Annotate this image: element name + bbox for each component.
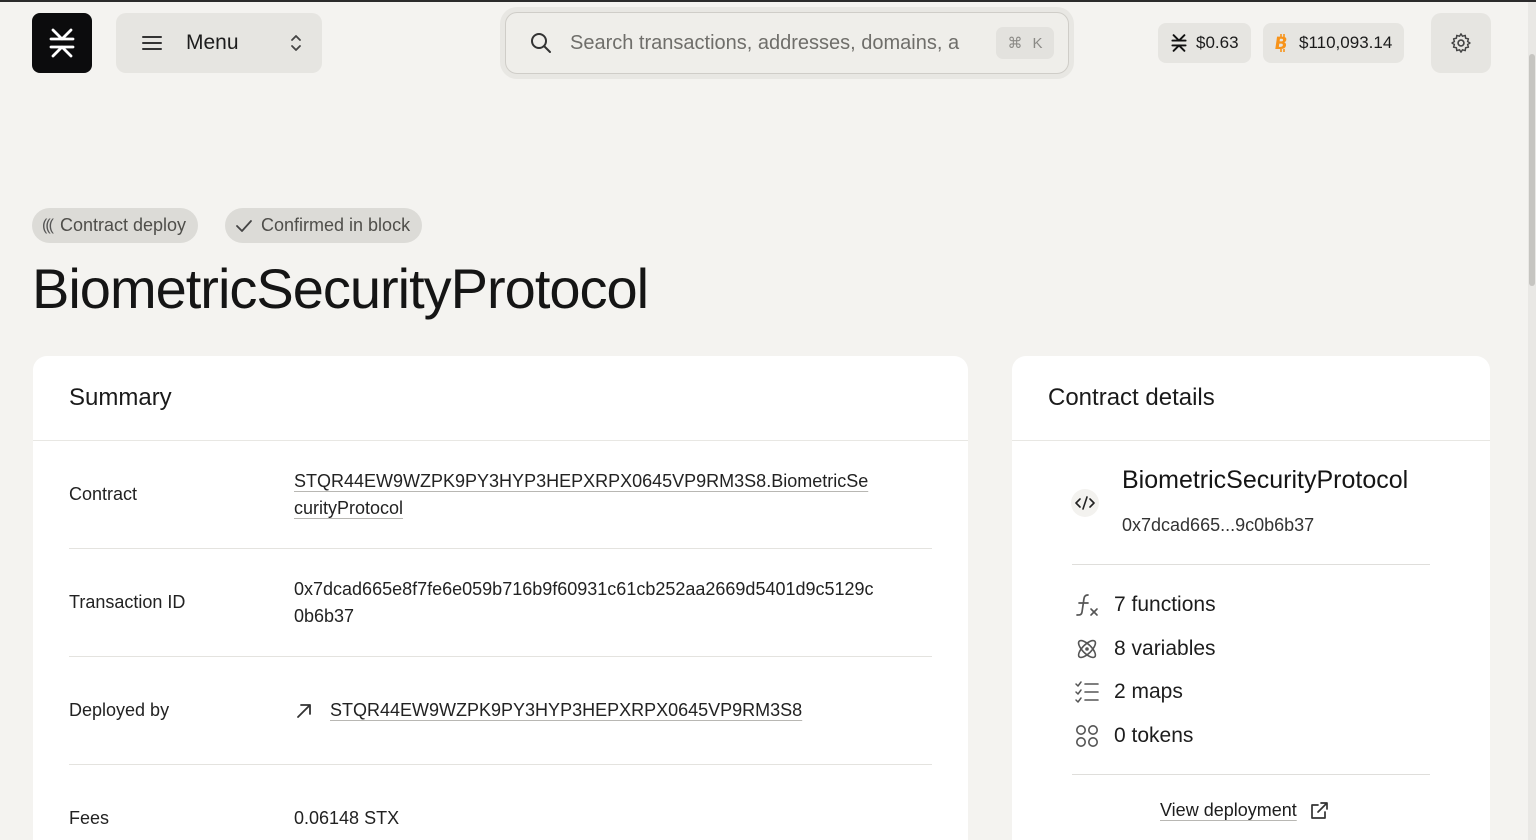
code-icon [1071, 489, 1099, 517]
k-key-glyph: K [1032, 34, 1043, 52]
stacks-logo-icon [49, 28, 75, 58]
page-scrollbar[interactable] [1528, 2, 1536, 840]
search-input[interactable]: Search transactions, addresses, domains,… [570, 32, 996, 55]
command-key-glyph: ⌘ [1007, 35, 1023, 52]
search-shortcut-hint: ⌘ K [996, 27, 1054, 59]
deployer-value: STQR44EW9WZPK9PY3HYP3HEPXRPX0645VP9RM3S8 [294, 697, 874, 724]
settings-button[interactable] [1431, 13, 1491, 73]
gear-icon [1451, 33, 1471, 53]
functions-count: 7 functions [1114, 593, 1216, 616]
tokens-count: 0 tokens [1114, 724, 1194, 747]
btc-price-chip[interactable]: B $110,093.14 [1263, 23, 1405, 63]
maps-count: 2 maps [1114, 680, 1183, 703]
stx-price-chip[interactable]: $0.63 [1158, 23, 1251, 63]
status-label: Confirmed in block [261, 215, 411, 235]
menu-label: Menu [186, 31, 239, 54]
search-bar[interactable]: Search transactions, addresses, domains,… [505, 12, 1069, 74]
chevron-updown-icon [291, 35, 301, 51]
row-label: Contract [69, 484, 138, 504]
tokens-stat: 0 tokens [1072, 721, 1193, 751]
hamburger-icon [142, 36, 162, 50]
summary-card: Summary Contract STQR44EW9WZPK9PY3HYP3HE… [33, 356, 968, 840]
status-badge: Confirmed in block [225, 208, 423, 243]
stx-price: $0.63 [1196, 33, 1239, 52]
deployer-address-link[interactable]: STQR44EW9WZPK9PY3HYP3HEPXRPX0645VP9RM3S8 [330, 697, 802, 724]
functions-stat: 7 functions [1072, 590, 1216, 620]
row-label: Deployed by [69, 700, 170, 720]
checkmark-icon [236, 219, 252, 232]
checklist-icon [1075, 681, 1099, 703]
svg-text:B: B [1275, 34, 1289, 53]
summary-row-deployer: Deployed by STQR44EW9WZPK9PY3HYP3HEPXRPX… [69, 657, 932, 765]
search-icon [531, 33, 551, 53]
menu-button[interactable]: Menu [116, 13, 322, 73]
summary-row-fees: Fees 0.06148 STX [69, 765, 932, 840]
variables-stat: 8 variables [1072, 634, 1216, 664]
contract-id-link[interactable]: STQR44EW9WZPK9PY3HYP3HEPXRPX0645VP9RM3S8… [294, 468, 874, 522]
stacks-logo-button[interactable] [32, 13, 92, 73]
contract-hash[interactable]: 0x7dcad665...9c0b6b37 [1122, 515, 1314, 536]
arrow-up-right-icon [297, 703, 311, 718]
maps-stat: 2 maps [1072, 677, 1183, 707]
row-label: Fees [69, 807, 110, 828]
tx-type-badge: ((( Contract deploy [32, 208, 199, 243]
stacks-token-icon [1171, 34, 1187, 52]
divider [1072, 774, 1430, 775]
contract-name: BiometricSecurityProtocol [1122, 466, 1409, 494]
divider [1072, 564, 1430, 565]
function-icon [1076, 594, 1098, 616]
summary-title: Summary [33, 356, 968, 441]
contract-deploy-icon: ((( [42, 216, 54, 234]
scrollbar-thumb[interactable] [1529, 54, 1535, 286]
view-deployment-label: View deployment [1160, 800, 1297, 820]
bitcoin-icon: B [1275, 34, 1289, 53]
summary-row-txid: Transaction ID 0x7dcad665e8f7fe6e059b716… [69, 549, 932, 657]
contract-details-card: Contract details BiometricSecurityProtoc… [1012, 356, 1490, 840]
page-title: BiometricSecurityProtocol [32, 257, 649, 320]
summary-row-contract: Contract STQR44EW9WZPK9PY3HYP3HEPXRPX064… [69, 441, 932, 549]
transaction-id-value[interactable]: 0x7dcad665e8f7fe6e059b716b9f60931c61cb25… [294, 576, 874, 630]
view-deployment-link[interactable]: View deployment [1160, 800, 1329, 821]
fees-value: 0.06148 STX [294, 807, 400, 828]
window-top-border [0, 0, 1536, 2]
tokens-grid-icon [1076, 725, 1098, 747]
atom-icon [1077, 639, 1097, 659]
row-label: Transaction ID [69, 592, 186, 612]
tx-type-label: Contract deploy [59, 215, 187, 235]
external-link-icon [1310, 801, 1328, 819]
variables-count: 8 variables [1114, 637, 1216, 660]
contract-details-title: Contract details [1012, 356, 1490, 441]
btc-price: $110,093.14 [1299, 33, 1393, 52]
